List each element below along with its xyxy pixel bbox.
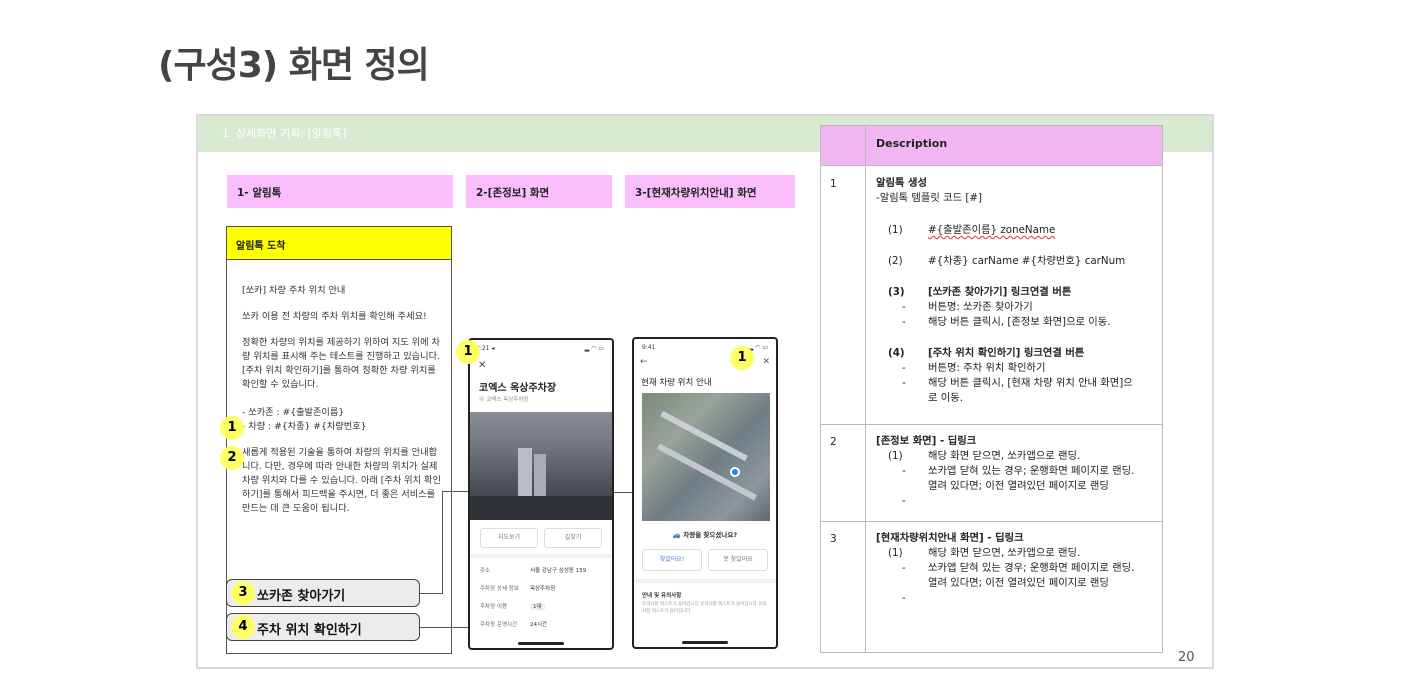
item-num: (4) <box>888 347 905 359</box>
row-number-3: 3 <box>830 533 837 545</box>
kakao-line-zone: - 쏘카존 : #{출발존이름} <box>242 407 345 418</box>
info-row: 주소 서울 강남구 삼성동 159 <box>480 568 587 574</box>
bullet-dash: - <box>902 465 906 477</box>
ground-shape <box>470 496 612 520</box>
badge-phone-2: 1 <box>730 346 754 370</box>
table-header <box>821 126 1162 165</box>
zone-title: 코엑스 옥상주차장 <box>479 383 557 394</box>
kakao-line-desc: 정확한 차량의 위치를 제공하기 위하여 지도 위에 차량 위치를 표시해 주는… <box>242 337 440 390</box>
found-yes-button[interactable]: 찾았어요! <box>642 549 702 571</box>
item-num: (3) <box>888 286 905 298</box>
row-3-details: 해당 화면 닫으면, 쏘카앱으로 랜딩. 쏘카앱 닫혀 있는 경우; 운행화면 … <box>928 547 1135 589</box>
building-shape <box>534 454 546 496</box>
info-row: 주차장 운영시간 24시간 <box>480 622 548 628</box>
row-number-1: 1 <box>830 178 837 190</box>
zone-subtitle: ⓪ 코엑스 옥상주차장 <box>479 397 529 403</box>
connector-line <box>442 491 469 492</box>
row-2-title: [존정보 화면] - 딥링크 <box>876 435 977 447</box>
zone-visit-button[interactable]: 쏘카존 찾아가기 <box>226 579 420 607</box>
phone-zone-info: 3:21 ◂ ▂ ◠ ▭ ✕ 코엑스 옥상주차장 ⓪ 코엑스 옥상주차장 지도보… <box>468 338 614 650</box>
map-view-tab[interactable]: 지도보기 <box>480 528 538 548</box>
table-divider <box>821 424 1162 425</box>
table-divider <box>821 521 1162 522</box>
aerial-map <box>642 393 770 521</box>
zone-info-list: 주소 서울 강남구 삼성동 159 주차장 상세 정보 옥상주차장 주차장 이용 1대… <box>480 562 604 634</box>
found-question: 🚙 차량을 찾으셨나요? <box>672 531 738 539</box>
row-3-title: [현재차량위치안내 화면] - 딥링크 <box>876 532 1024 544</box>
home-indicator <box>518 642 564 645</box>
phone-car-location: 9:41 ▂ ◠ ▭ ← ✕ 현재 차량 위치 안내 🚙 차량을 찾으셨나요? … <box>632 337 778 649</box>
kakao-line-notice: 새롭게 적용된 기술을 통하여 차량의 위치를 안내합니다. 다만, 경우에 따… <box>242 447 441 514</box>
row-2-details: 해당 화면 닫으면, 쏘카앱으로 랜딩. 쏘카앱 닫혀 있는 경우; 운행화면 … <box>928 450 1135 492</box>
badge-3: 3 <box>231 581 255 605</box>
car-location-pin <box>730 467 740 477</box>
bullet-dash: - <box>902 562 906 574</box>
directions-tab[interactable]: 길찾기 <box>544 528 602 548</box>
connector-line <box>420 593 442 594</box>
column-header-location: 3-[현재차량위치안내] 화면 <box>625 175 795 208</box>
page-number: 20 <box>1178 650 1195 665</box>
info-row: 주차장 상세 정보 옥상주차장 <box>480 586 556 592</box>
item-num: (1) <box>888 224 903 236</box>
page-title: (구성3) 화면 정의 <box>158 45 430 86</box>
item-num: (1) <box>888 450 903 462</box>
bullet-dash: - <box>902 592 906 604</box>
row-1-sub: -알림톡 템플릿 코드 [#] <box>876 192 982 204</box>
column-header-kakao: 1- 알림톡 <box>227 175 453 208</box>
kakao-line-intro: 쏘카 이용 전 차량의 주차 위치를 확인해 주세요! <box>242 311 427 322</box>
bullet-dash: - <box>902 301 906 313</box>
kakao-message-body: [쏘카] 차량 주차 위치 안내 쏘카 이용 전 차량의 주차 위치를 확인해 … <box>242 284 442 528</box>
close-icon[interactable]: ✕ <box>762 357 770 367</box>
notice-text: 유의사항 텍스트가 들어갑니다 유의사항 텍스트가 들어갑니다 유의사항 텍스트… <box>642 602 767 614</box>
bullet-dash: - <box>902 316 906 328</box>
badge-2: 2 <box>220 446 244 470</box>
back-arrow-icon[interactable]: ← <box>640 357 648 367</box>
bullet-dash: - <box>902 495 906 507</box>
item-parking-button: [주차 위치 확인하기] 링크연결 버튼 버튼명: 주차 위치 확인하기 해당 … <box>928 347 1133 404</box>
connector-line <box>442 491 443 594</box>
found-no-button[interactable]: 못 찾았어요 <box>708 549 768 571</box>
badge-phone-1: 1 <box>456 340 480 364</box>
status-icons: ▂ ◠ ▭ <box>584 345 604 352</box>
status-time: 9:41 <box>642 344 656 351</box>
badge-4: 4 <box>231 615 255 639</box>
row-1-title: 알림톡 생성 <box>876 177 927 189</box>
item-num: (2) <box>888 255 903 267</box>
building-shape <box>518 448 532 496</box>
badge-1: 1 <box>220 416 244 440</box>
item-num: (1) <box>888 547 903 559</box>
bullet-dash: - <box>902 362 906 374</box>
notice-title: 안내 및 유의사항 <box>642 593 682 599</box>
table-divider <box>821 165 1162 166</box>
row-number-2: 2 <box>830 436 837 448</box>
divider <box>634 579 776 583</box>
parking-check-button[interactable]: 주차 위치 확인하기 <box>226 613 420 641</box>
close-icon[interactable]: ✕ <box>478 360 486 371</box>
kakao-message-header: 알림톡 도착 <box>227 227 451 260</box>
zone-photo <box>470 412 612 520</box>
home-indicator <box>682 641 728 644</box>
item-zone-button: [쏘카존 찾아가기] 링크연결 버튼 버튼명: 쏘카존 찾아가기 해당 버튼 클… <box>928 286 1111 328</box>
item-car-name: #{차종} carName #{차량번호} carNum <box>928 255 1126 267</box>
item-zone-name: #{출발존이름} zoneName <box>928 224 1056 236</box>
bullet-dash: - <box>902 377 906 389</box>
column-header-zone: 2-[존정보] 화면 <box>466 175 612 208</box>
info-row: 주차장 이용 1대 <box>480 598 604 616</box>
divider <box>470 554 612 558</box>
kakao-line-car: - 차량 : #{차종} #{차량번호} <box>242 421 367 432</box>
kakao-line-title: [쏘카] 차량 주차 위치 안내 <box>242 285 346 296</box>
slide-header-text: 1. 상세화면 기획: [알림톡] <box>222 127 347 140</box>
location-title: 현재 차량 위치 안내 <box>641 378 712 388</box>
row-1-description: 알림톡 생성 -알림톡 템플릿 코드 [#] <box>876 176 982 206</box>
table-divider <box>865 126 866 652</box>
table-header-label: Description <box>876 137 948 150</box>
